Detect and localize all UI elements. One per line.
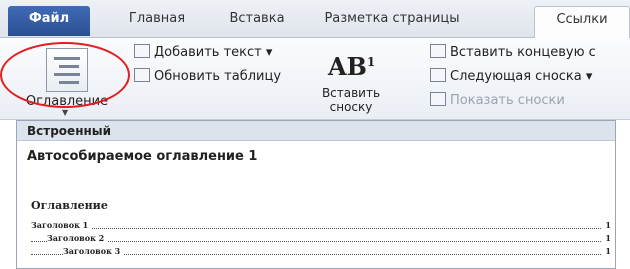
toc-line-text: Заголовок 3: [63, 246, 124, 256]
update-table-icon: [134, 68, 150, 82]
toc-preview-heading: Оглавление: [31, 199, 108, 212]
toc-preview-line: Заголовок 2 1: [31, 229, 611, 245]
tab-page-layout[interactable]: Разметка страницы: [312, 6, 472, 36]
auto-toc-preview[interactable]: Оглавление Заголовок 1 1 Заголовок 2 1 З…: [31, 199, 611, 258]
insert-footnote-icon[interactable]: AB1: [328, 52, 375, 81]
insert-endnote-label: Вставить концевую с: [450, 45, 596, 60]
ribbon-tab-bar: Файл Главная Вставка Разметка страницы С…: [0, 0, 630, 39]
tab-references[interactable]: Ссылки: [534, 6, 630, 39]
update-table-label: Обновить таблицу: [154, 69, 282, 84]
toc-preview-line: Заголовок 1 1: [31, 216, 611, 232]
tab-insert[interactable]: Вставка: [214, 6, 300, 36]
toc-line-page: 1: [602, 245, 611, 258]
insert-endnote-icon: [430, 44, 446, 58]
dropdown-section-header: Встроенный: [17, 121, 615, 141]
highlight-ellipse: [0, 42, 130, 108]
toc-dropdown: Встроенный Автособираемое оглавление 1 О…: [16, 120, 616, 269]
next-footnote-icon: [430, 68, 446, 82]
add-text-icon: [134, 44, 150, 58]
footnote-icon-sup: 1: [366, 55, 376, 69]
show-notes-button: Показать сноски: [430, 92, 565, 108]
insert-endnote-button[interactable]: Вставить концевую с: [430, 44, 596, 60]
update-table-button[interactable]: Обновить таблицу: [134, 68, 281, 84]
auto-toc-option-title[interactable]: Автособираемое оглавление 1: [17, 141, 615, 172]
toc-preview-line: Заголовок 3 1: [31, 242, 611, 258]
tab-home[interactable]: Главная: [112, 6, 202, 36]
next-footnote-button[interactable]: Следующая сноска ▾: [430, 68, 592, 84]
chevron-down-icon: ▼: [62, 108, 69, 117]
add-text-label: Добавить текст: [154, 45, 262, 60]
insert-footnote-button[interactable]: Вставить сноску: [320, 86, 382, 114]
add-text-button[interactable]: Добавить текст ▾: [134, 44, 272, 60]
show-notes-label: Показать сноски: [450, 93, 565, 108]
footnote-icon-text: AB: [328, 52, 367, 81]
next-footnote-label: Следующая сноска: [450, 69, 582, 84]
ribbon-panel: Оглавление ▼ Добавить текст ▾ Обновить т…: [0, 38, 630, 120]
insert-footnote-line2: сноску: [329, 100, 373, 114]
tab-file[interactable]: Файл: [8, 6, 90, 36]
show-notes-icon: [430, 92, 446, 106]
insert-footnote-line1: Вставить: [321, 86, 381, 100]
